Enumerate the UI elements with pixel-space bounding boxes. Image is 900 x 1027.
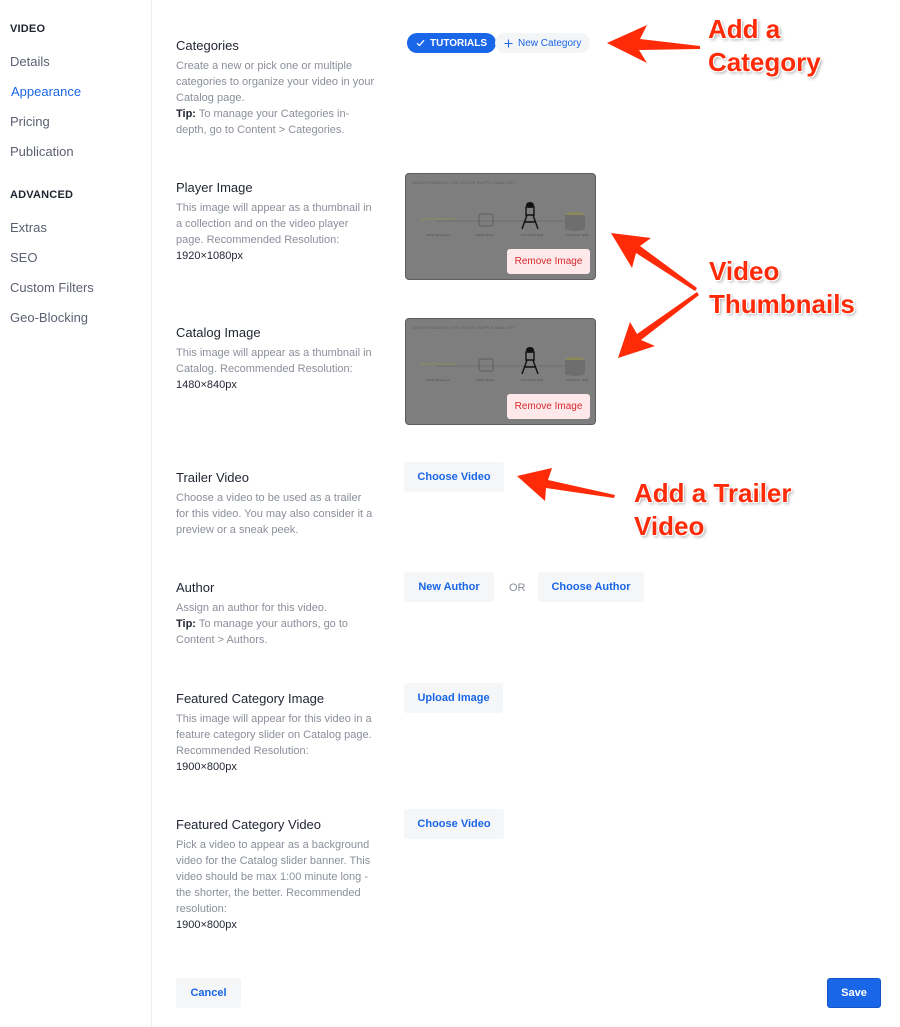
player-image-section: Player Image This image will appear as a… bbox=[176, 180, 376, 264]
svg-text:Water Pump: Water Pump bbox=[476, 233, 494, 237]
sidebar-item-geo-blocking[interactable]: Geo-Blocking bbox=[10, 310, 88, 325]
pump-icon bbox=[478, 358, 494, 372]
arrow-to-catalog-image-icon bbox=[618, 292, 699, 358]
annotation-line: Video bbox=[634, 511, 705, 541]
svg-text:Water Reservoir: Water Reservoir bbox=[426, 378, 451, 382]
catalog-image-section: Catalog Image This image will appear as … bbox=[176, 325, 376, 393]
remove-catalog-image-button[interactable]: Remove Image bbox=[507, 394, 590, 419]
new-category-label: New Category bbox=[518, 37, 582, 49]
svg-text:Customer Tank: Customer Tank bbox=[566, 233, 589, 237]
featured-image-description: This image will appear for this video in… bbox=[176, 711, 376, 775]
annotation-line: Video bbox=[709, 256, 780, 286]
sidebar-item-appearance[interactable]: Appearance bbox=[11, 84, 81, 99]
check-icon bbox=[416, 39, 425, 47]
sidebar: VIDEO Details Appearance Pricing Publica… bbox=[0, 0, 152, 1027]
player-image-title: Player Image bbox=[176, 180, 253, 195]
categories-section: Categories Create a new or pick one or m… bbox=[176, 38, 376, 138]
featured-image-resolution: 1900×800px bbox=[176, 761, 237, 773]
featured-video-section: Featured Category Video Pick a video to … bbox=[176, 817, 376, 933]
svg-text:Overhead Tank: Overhead Tank bbox=[521, 233, 544, 237]
featured-image-desc-text: This image will appear for this video in… bbox=[176, 713, 372, 757]
tip-label: Tip: bbox=[176, 618, 196, 630]
sidebar-item-extras[interactable]: Extras bbox=[10, 220, 47, 235]
new-category-button[interactable]: New Category bbox=[495, 33, 591, 53]
categories-desc-text: Create a new or pick one or multiple cat… bbox=[176, 60, 375, 104]
save-button[interactable]: Save bbox=[827, 978, 881, 1008]
sidebar-item-publication[interactable]: Publication bbox=[10, 144, 74, 159]
choose-author-button[interactable]: Choose Author bbox=[538, 572, 644, 602]
trailer-video-description: Choose a video to be used as a trailer f… bbox=[176, 492, 373, 536]
author-section: Author Assign an author for this video. … bbox=[176, 580, 376, 648]
svg-text:Water Reservoir: Water Reservoir bbox=[426, 233, 451, 237]
sidebar-item-pricing[interactable]: Pricing bbox=[10, 114, 50, 129]
featured-video-resolution: 1900×800px bbox=[176, 919, 237, 931]
sidebar-item-custom-filters[interactable]: Custom Filters bbox=[10, 280, 94, 295]
annotation-add-category: Add a Category bbox=[708, 13, 821, 79]
new-author-button[interactable]: New Author bbox=[404, 572, 494, 602]
author-desc-text: Assign an author for this video. bbox=[176, 602, 328, 614]
catalog-image-resolution: 1480×840px bbox=[176, 379, 237, 391]
or-separator: OR bbox=[509, 582, 526, 594]
remove-player-image-button[interactable]: Remove Image bbox=[507, 249, 590, 274]
annotation-line: Thumbnails bbox=[709, 289, 855, 319]
svg-text:Ground Water Reservoir: Ground Water Reservoir bbox=[421, 362, 458, 366]
annotation-line: Add a Trailer bbox=[634, 478, 792, 508]
annotation-line: Add a bbox=[708, 14, 781, 44]
arrow-to-category-icon bbox=[607, 25, 700, 63]
tank-tower-icon bbox=[521, 206, 539, 230]
plus-icon bbox=[504, 39, 513, 47]
trailer-video-section: Trailer Video Choose a video to be used … bbox=[176, 470, 376, 538]
trailer-video-title: Trailer Video bbox=[176, 470, 249, 485]
player-image-thumbnail[interactable]: UNDERSTANDING THE WATER SUPPLY ANALOGY G… bbox=[405, 173, 596, 280]
author-tip-text: To manage your authors, go to Content > … bbox=[176, 618, 349, 646]
sidebar-item-seo[interactable]: SEO bbox=[10, 250, 37, 265]
cancel-button[interactable]: Cancel bbox=[176, 978, 241, 1008]
annotation-line: Category bbox=[708, 47, 821, 77]
featured-image-title: Featured Category Image bbox=[176, 691, 325, 706]
sidebar-section-advanced: ADVANCED bbox=[10, 189, 74, 201]
svg-text:Customer Tank: Customer Tank bbox=[566, 378, 589, 382]
svg-text:Overhead Tank: Overhead Tank bbox=[521, 378, 544, 382]
featured-video-title: Featured Category Video bbox=[176, 817, 322, 832]
sidebar-item-details[interactable]: Details bbox=[10, 54, 50, 69]
category-chip-tutorials[interactable]: TUTORIALS bbox=[407, 33, 497, 53]
sidebar-section-video: VIDEO bbox=[10, 23, 46, 35]
featured-video-description: Pick a video to appear as a background v… bbox=[176, 837, 376, 933]
author-description: Assign an author for this video. Tip: To… bbox=[176, 600, 376, 648]
catalog-image-title: Catalog Image bbox=[176, 325, 261, 340]
svg-text:Water Pump: Water Pump bbox=[476, 378, 494, 382]
choose-trailer-video-button[interactable]: Choose Video bbox=[404, 462, 504, 492]
arrow-to-trailer-icon bbox=[517, 468, 615, 501]
categories-tip-text: To manage your Categories in-depth, go t… bbox=[176, 108, 350, 136]
catalog-image-desc-text: This image will appear as a thumbnail in… bbox=[176, 347, 372, 375]
tank-tower-icon bbox=[521, 351, 539, 375]
tip-label: Tip: bbox=[176, 108, 196, 120]
featured-image-section: Featured Category Image This image will … bbox=[176, 691, 376, 775]
categories-description: Create a new or pick one or multiple cat… bbox=[176, 58, 376, 138]
featured-video-desc-text: Pick a video to appear as a background v… bbox=[176, 839, 371, 915]
author-title: Author bbox=[176, 580, 215, 595]
player-image-description: This image will appear as a thumbnail in… bbox=[176, 200, 376, 264]
player-image-desc-text: This image will appear as a thumbnail in… bbox=[176, 202, 372, 246]
chip-label: TUTORIALS bbox=[430, 37, 488, 49]
choose-featured-video-button[interactable]: Choose Video bbox=[404, 809, 504, 839]
catalog-image-description: This image will appear as a thumbnail in… bbox=[176, 345, 376, 393]
svg-text:Ground Water Reservoir: Ground Water Reservoir bbox=[421, 217, 458, 221]
player-image-resolution: 1920×1080px bbox=[176, 250, 243, 262]
categories-title: Categories bbox=[176, 38, 239, 53]
catalog-image-thumbnail[interactable]: UNDERSTANDING THE WATER SUPPLY ANALOGY G… bbox=[405, 318, 596, 425]
pump-icon bbox=[478, 213, 494, 227]
annotation-video-thumbnails: Video Thumbnails bbox=[709, 255, 855, 321]
upload-image-button[interactable]: Upload Image bbox=[404, 683, 503, 713]
arrow-to-player-image-icon bbox=[611, 233, 697, 291]
annotation-add-trailer: Add a Trailer Video bbox=[634, 477, 792, 543]
